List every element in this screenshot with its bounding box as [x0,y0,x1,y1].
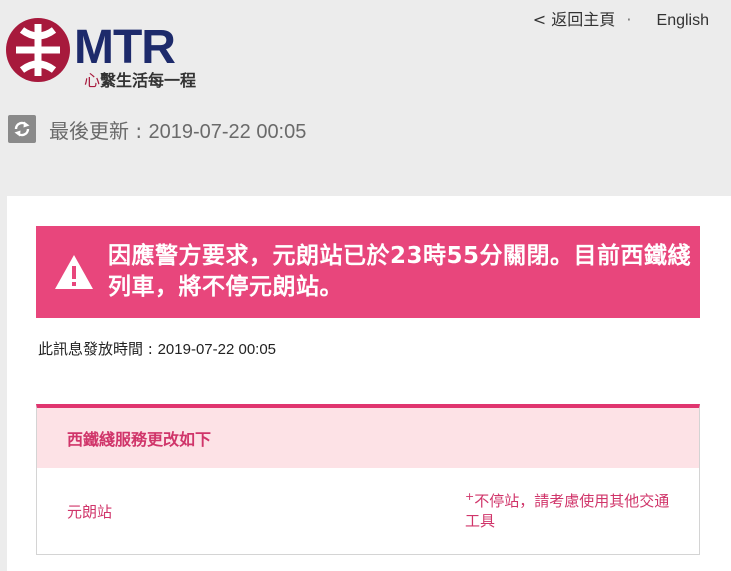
issued-time: 此訊息發放時間 : 2019-07-22 00:05 [38,340,277,358]
service-change-header: 西鐵綫服務更改如下 [37,408,699,468]
service-change-panel: 西鐵綫服務更改如下 元朗站 +不停站，請考慮使用其他交通工具 [36,404,700,555]
main-content: 因應警方要求，元朗站已於23時55分關閉。目前西鐵綫列車，將不停元朗站。 此訊息… [7,196,731,571]
back-home-link[interactable]: < 返回主頁 [533,6,616,30]
logo-wordmark: MTR [74,21,176,74]
mtr-logo[interactable]: MTR 心繫生活每一程 [6,18,206,98]
page-header: MTR 心繫生活每一程 < 返回主頁 · English 最後更新 : 2019… [0,0,731,196]
last-updated-value: 2019-07-22 00:05 [148,120,307,143]
table-row: 元朗站 +不停站，請考慮使用其他交通工具 [37,468,699,554]
refresh-icon [14,121,30,137]
top-links: < 返回主頁 · English [533,6,709,30]
refresh-button[interactable] [8,115,36,143]
alert-banner: 因應警方要求，元朗站已於23時55分關閉。目前西鐵綫列車，將不停元朗站。 [36,226,700,318]
warning-triangle-icon [55,255,93,289]
service-note: +不停站，請考慮使用其他交通工具 [465,490,670,530]
link-separator: · [626,10,632,29]
mtr-logo-icon [6,18,70,82]
issued-time-value: 2019-07-22 00:05 [157,341,277,358]
alert-message: 因應警方要求，元朗站已於23時55分關閉。目前西鐵綫列車，將不停元朗站。 [108,243,692,300]
language-english-link[interactable]: English [657,12,709,30]
station-name[interactable]: 元朗站 [67,501,112,522]
logo-slogan: 心繫生活每一程 [84,71,197,90]
last-updated-text: 最後更新 : 2019-07-22 00:05 [49,118,307,143]
last-updated: 最後更新 : 2019-07-22 00:05 [8,114,306,144]
service-change-title: 西鐵綫服務更改如下 [67,430,212,449]
